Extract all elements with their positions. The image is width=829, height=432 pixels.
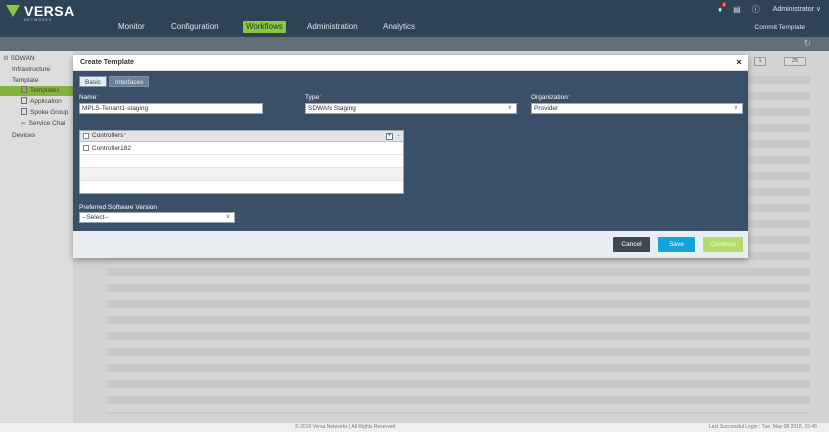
bell-icon[interactable]: ♦ 4	[718, 1, 727, 14]
document-icon[interactable]: ▤	[733, 5, 741, 14]
select-all-checkbox[interactable]	[83, 133, 89, 139]
close-icon[interactable]: ×	[734, 57, 744, 67]
top-header: VERSA NETWORKS Monitor Configuration Wor…	[0, 0, 829, 37]
tab-interfaces[interactable]: Interfaces	[108, 76, 150, 87]
organization-select[interactable]: Provider ∨	[531, 103, 743, 114]
copyright-text: © 2018 Versa Networks | All Rights Reser…	[295, 424, 396, 430]
name-label-text: Name	[79, 94, 97, 101]
save-button[interactable]: Save	[658, 237, 695, 252]
create-template-dialog: Create Template × Basic Interfaces Name*…	[73, 55, 748, 258]
chevron-down-icon: ∨	[815, 6, 821, 13]
required-marker: *	[96, 94, 99, 101]
logo-subtext: NETWORKS	[24, 18, 53, 22]
continue-button[interactable]: Continue	[703, 237, 743, 252]
type-select-value: SDWAN Staging	[308, 105, 356, 112]
dialog-body: Basic Interfaces Name* MPLS-Tenant1-stag…	[73, 71, 748, 231]
table-row-empty	[80, 155, 403, 168]
dialog-header: Create Template ×	[73, 55, 748, 71]
versa-logo: VERSA NETWORKS	[6, 3, 75, 22]
logo-text: VERSA	[24, 3, 75, 19]
table-row[interactable]: Controller182	[80, 142, 403, 155]
notification-badge: 4	[721, 1, 727, 7]
name-label: Name*	[79, 94, 99, 101]
footer: © 2018 Versa Networks | All Rights Reser…	[0, 423, 829, 432]
controller-name: Controller182	[92, 145, 132, 152]
dialog-title: Create Template	[80, 59, 134, 66]
chevron-down-icon: ∨	[225, 214, 230, 220]
nav-monitor[interactable]: Monitor	[118, 21, 145, 33]
controllers-table: Controllers* + − Controller182	[79, 130, 404, 194]
top-right-tools: ♦ 4 ▤ ⓘ Administrator ∨	[707, 1, 821, 15]
add-icon[interactable]: +	[386, 133, 393, 140]
remove-icon[interactable]: −	[396, 133, 400, 140]
table-row-empty	[80, 168, 403, 181]
organization-label-text: Organization	[531, 94, 568, 101]
required-marker: *	[319, 94, 322, 101]
controllers-header-label: Controllers*	[92, 131, 126, 141]
software-version-label: Preferred Software Version	[79, 204, 158, 211]
cancel-button[interactable]: Cancel	[613, 237, 650, 252]
commit-template-button[interactable]: Commit Template	[755, 24, 805, 31]
controllers-header-text: Controllers	[92, 132, 124, 139]
software-version-select[interactable]: --Select-- ∨	[79, 212, 235, 223]
nav-administration[interactable]: Administration	[307, 21, 358, 33]
type-label-text: Type	[305, 94, 320, 101]
type-label: Type*	[305, 94, 322, 101]
chevron-down-icon: ∨	[733, 105, 738, 111]
software-version-value: --Select--	[82, 214, 109, 221]
tab-basic[interactable]: Basic	[79, 76, 107, 87]
organization-select-value: Provider	[534, 105, 559, 112]
last-login-text: Last Successful Login : Tue, May 08 2018…	[708, 424, 817, 430]
dialog-tabs: Basic Interfaces	[79, 76, 151, 87]
nav-configuration[interactable]: Configuration	[171, 21, 219, 33]
required-marker: *	[567, 94, 571, 101]
info-icon[interactable]: ⓘ	[752, 4, 760, 15]
required-marker: *	[123, 132, 126, 139]
nav-workflows[interactable]: Workflows	[243, 21, 286, 33]
name-input[interactable]: MPLS-Tenant1-staging	[79, 103, 263, 114]
user-menu[interactable]: Administrator ∨	[773, 5, 821, 13]
versa-logo-mark	[6, 5, 20, 17]
chevron-down-icon: ∨	[507, 105, 512, 111]
nav-analytics[interactable]: Analytics	[383, 21, 415, 33]
dialog-footer: Cancel Save Continue	[73, 231, 748, 258]
organization-label: Organization*	[531, 94, 570, 101]
controllers-table-header: Controllers* + −	[80, 131, 403, 142]
row-checkbox[interactable]	[83, 145, 89, 151]
user-name: Administrator	[772, 6, 814, 13]
type-select[interactable]: SDWAN Staging ∨	[305, 103, 517, 114]
